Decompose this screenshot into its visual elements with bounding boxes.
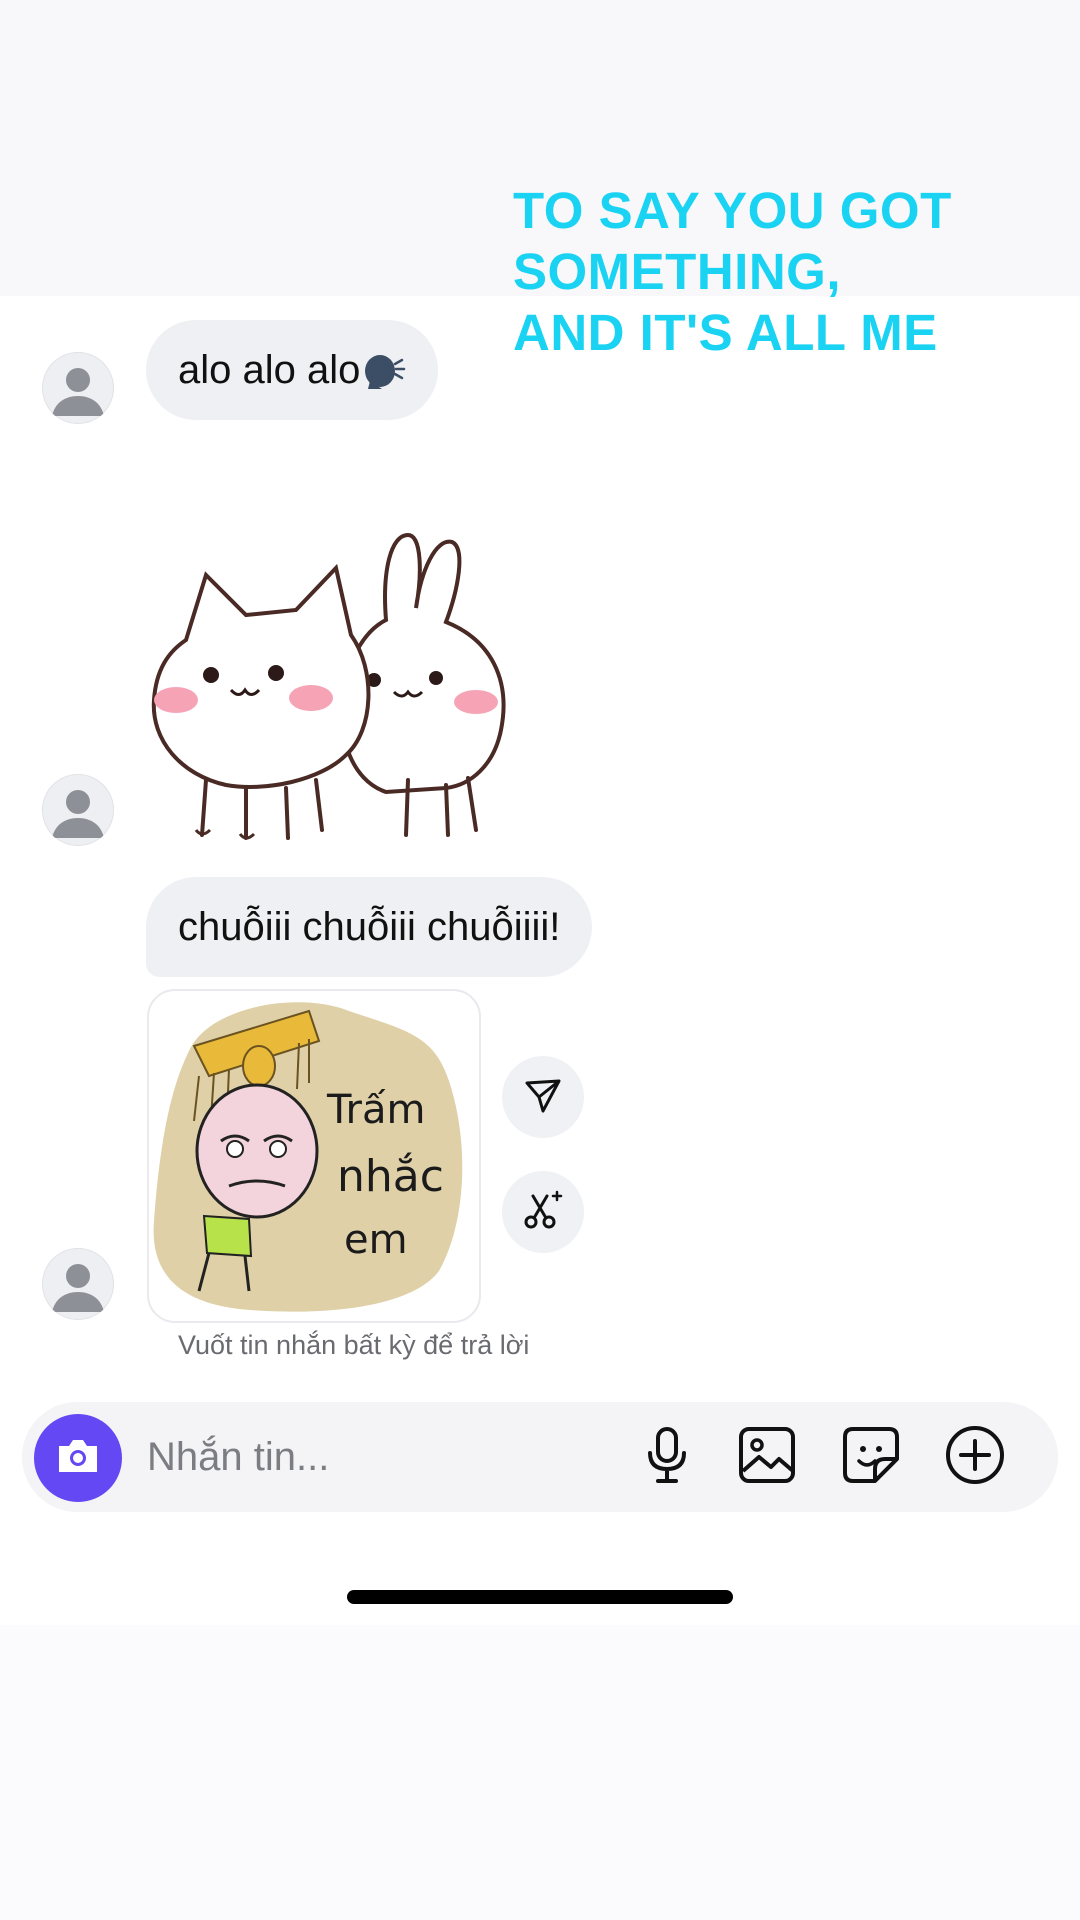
send-icon <box>523 1075 563 1120</box>
camera-button[interactable] <box>34 1414 122 1502</box>
message-composer: Nhắn tin... <box>22 1402 1058 1512</box>
overlay-caption-line: TO SAY YOU GOT <box>513 182 952 239</box>
sticker-button[interactable] <box>838 1424 904 1490</box>
gallery-button[interactable] <box>734 1424 800 1490</box>
overlay-caption-line: AND IT'S ALL ME <box>513 304 938 361</box>
plus-circle-icon <box>944 1424 1006 1491</box>
overlay-caption-line: SOMETHING, <box>513 243 842 300</box>
avatar[interactable] <box>42 1248 114 1320</box>
image-icon <box>737 1425 797 1490</box>
avatar[interactable] <box>42 352 114 424</box>
share-button[interactable] <box>502 1056 584 1138</box>
message-text: chuỗiii chuỗiii chuỗiiii! <box>178 905 561 949</box>
bottom-background <box>0 1625 1080 1920</box>
microphone-icon <box>642 1425 692 1490</box>
camera-icon <box>55 1436 101 1481</box>
scissors-sparkle-icon <box>521 1188 565 1237</box>
message-bubble[interactable]: chuỗiii chuỗiii chuỗiiii! <box>146 877 593 977</box>
overlay-caption: TO SAY YOU GOT SOMETHING, AND IT'S ALL M… <box>513 180 1013 363</box>
message-text: alo alo alo <box>178 348 361 392</box>
microphone-button[interactable] <box>634 1424 700 1490</box>
character-sticker[interactable]: Trấm nhắc em <box>147 989 481 1323</box>
speaking-head-emoji-icon <box>362 347 406 391</box>
sticker-text: em <box>344 1217 408 1263</box>
message-input[interactable]: Nhắn tin... <box>147 1432 329 1482</box>
remix-button[interactable] <box>502 1171 584 1253</box>
more-button[interactable] <box>942 1424 1008 1490</box>
message-bubble[interactable]: alo alo alo <box>146 320 439 420</box>
sticker-icon <box>841 1425 901 1490</box>
sticker-text: nhắc <box>337 1151 444 1202</box>
cat-and-bunny-sticker[interactable] <box>146 530 536 845</box>
sticker-text: Trấm <box>326 1087 425 1133</box>
avatar[interactable] <box>42 774 114 846</box>
swipe-reply-hint: Vuốt tin nhắn bất kỳ để trả lời <box>178 1330 530 1360</box>
home-indicator[interactable] <box>347 1590 733 1604</box>
